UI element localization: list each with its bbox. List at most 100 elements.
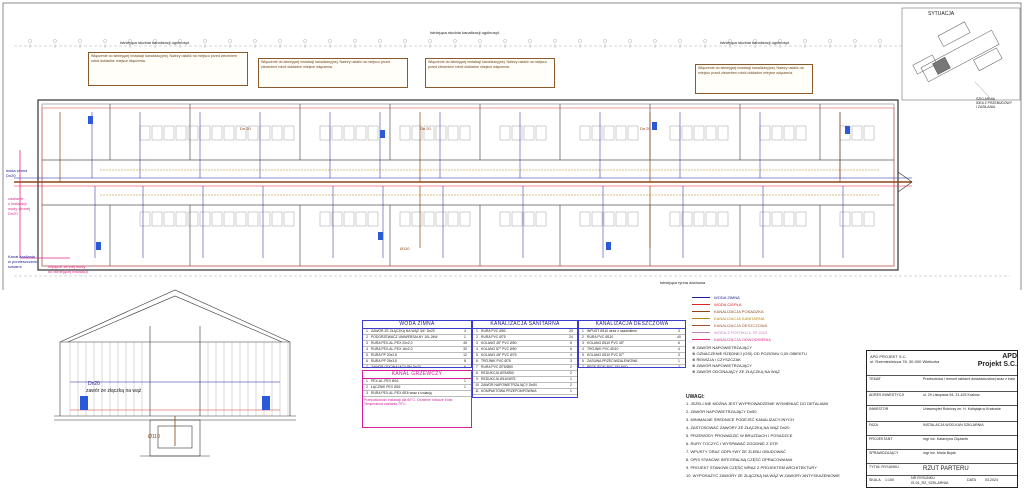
- bench: [681, 211, 693, 227]
- bench: [759, 211, 771, 227]
- axis-bubble: [328, 39, 332, 43]
- plan-main-row-3: Dn 20: [640, 126, 651, 131]
- row-description: KOLANO Ø110 PVC 87°: [587, 353, 625, 357]
- row-description: RURA PP 25x3,5: [371, 359, 397, 363]
- row-description: TRÓJNIK PVC Ø110: [587, 347, 619, 351]
- row-description: RURA PEX-AL-PEX 20x2,0: [371, 341, 413, 345]
- row-number: 7: [582, 365, 584, 368]
- bench: [459, 211, 471, 227]
- date-value: 03.2024: [985, 478, 998, 482]
- row-number: 2: [476, 335, 478, 339]
- axis-bubble: [428, 39, 432, 43]
- plan-main-row-1: Dn 20: [240, 126, 251, 131]
- plan-main-row-2: Dn 20: [420, 126, 431, 131]
- row-description: RURA PP 20x2,8: [371, 353, 397, 357]
- row-description: RURA PVC Ø50: [481, 329, 506, 333]
- row-description: REDUKCJA Ø110/Ø75: [481, 377, 516, 381]
- row-description: PEX-AL-PEX Ø16: [371, 379, 399, 383]
- bench: [499, 125, 511, 141]
- legend-label: WODA ZIMNA: [714, 295, 740, 300]
- bench: [851, 211, 863, 227]
- axis-bubble: [28, 39, 32, 43]
- bench: [591, 211, 603, 227]
- axis-bubble: [103, 39, 107, 43]
- row-quantity: 2: [678, 365, 680, 368]
- row-description: KOLANO 45° PVC Ø50: [481, 341, 517, 345]
- axis-bubble: [653, 39, 657, 43]
- water-fixture: [88, 116, 93, 124]
- legend-label: KANALIZACJA SANITARNA: [714, 316, 765, 321]
- bench: [163, 125, 175, 141]
- water-fixture: [606, 242, 611, 250]
- plan-top-caption-2: Istniejąca studnia kanalizacji ogólnospł…: [430, 30, 500, 35]
- title-block-key: TYTUŁ RYSUNKU: [869, 465, 899, 469]
- bench: [511, 125, 523, 141]
- row-quantity: 24: [569, 335, 573, 339]
- note-line: 7. WPUSTY ORAZ ODPŁYWY ZE ŻLEBU OBUDOWAĆ: [686, 449, 786, 454]
- axis-bubble: [478, 39, 482, 43]
- scale-label: SKALA: [869, 478, 881, 482]
- row-quantity: 1: [570, 377, 572, 381]
- bench: [259, 211, 271, 227]
- row-number: 4: [366, 347, 368, 351]
- legend-item: KANALIZACJA POSADZKA: [692, 308, 852, 315]
- row-quantity: 8: [464, 359, 466, 363]
- table-heating-title: KANAŁ GRZEWCZY: [363, 371, 471, 379]
- bench: [499, 211, 511, 227]
- row-number: 8: [476, 371, 478, 375]
- table-row: 11 KOMPAKTOWA PRZEPOMPOWNIA 1: [473, 389, 577, 395]
- water-fixture: [96, 242, 101, 250]
- bench: [511, 211, 523, 227]
- row-number: 6: [366, 359, 368, 363]
- drawing-sheet: SYTUACJA SZKLARNIA IDEA Z PRZEBUDOWY I Z…: [0, 0, 1024, 494]
- legend-symbol-label: ZAWÓR ODCINAJĄCY ZE ZŁĄCZKĄ NA WĄŻ: [696, 369, 780, 374]
- row-quantity: 2: [570, 365, 572, 369]
- plan-top-caption-1: Istniejąca studnia kanalizacji ogólnospł…: [120, 40, 190, 45]
- bench: [535, 125, 547, 141]
- title-block-row: TEMAT Przebudowa i remont szklarni doświa…: [867, 375, 1017, 392]
- axis-bubble: [878, 39, 882, 43]
- note-line: 10. WYPOSAŻYĆ ZAWORY ZE ZŁĄCZKĄ NA WĄŻ W…: [686, 473, 840, 478]
- table-sanitary-title: KANALIZACJA SANITARNA: [473, 321, 577, 329]
- bench: [851, 125, 863, 141]
- bench: [211, 211, 223, 227]
- row-number: 11: [475, 389, 479, 393]
- row-quantity: 1: [464, 385, 466, 389]
- bench: [331, 125, 343, 141]
- title-block-key: TEMAT: [869, 377, 881, 381]
- bench: [795, 125, 807, 141]
- bench: [863, 211, 875, 227]
- legend-symbol-label: REWIZJA / CZYSZCZAK: [696, 357, 741, 362]
- legend-item: KANALIZACJA SANITARNA: [692, 315, 852, 322]
- bench: [771, 125, 783, 141]
- title-block-value: mgr inż. Maria Bujak: [923, 451, 956, 455]
- table-cold-water-title: WODA ZIMNA: [363, 321, 471, 329]
- bench: [423, 211, 435, 227]
- axis-bubble: [803, 39, 807, 43]
- bench: [411, 211, 423, 227]
- title-block-key: INWESTOR: [869, 407, 889, 411]
- axis-bubble: [203, 39, 207, 43]
- legend-symbol-label: ZAWÓR NAPOWIETRZAJĄCY: [696, 363, 752, 368]
- title-block: APD PROJEKT S.C. ul. Rzemieślnicza 78, 3…: [866, 350, 1018, 488]
- bench: [247, 211, 259, 227]
- legend-symbol-label: OZNACZENIE RZĘDNEJ (OSI) OD POZIOMU 0,00…: [696, 351, 807, 356]
- bench: [615, 211, 627, 227]
- bench: [705, 211, 717, 227]
- bench: [627, 211, 639, 227]
- legend-swatch: [692, 304, 710, 306]
- plan-left-pink: zasilanie z instalacji wody zimnej Dn20: [8, 196, 31, 216]
- bench: [399, 211, 411, 227]
- row-number: 1: [582, 329, 584, 333]
- row-description: PODGRZEWACZ UNIWERSALNY 10L 2kW: [371, 335, 438, 339]
- row-quantity: 6: [464, 365, 466, 368]
- row-number: 3: [476, 341, 478, 345]
- bench: [151, 125, 163, 141]
- row-description: ZAWÓR ZE ZŁĄCZKĄ NA WĄŻ 3/4" Dn20: [371, 329, 435, 333]
- legend-label: WODA CIEPŁA: [714, 302, 742, 307]
- bench: [355, 211, 367, 227]
- legend-label: KANALIZACJA ODWODNIENIA: [714, 337, 771, 342]
- note-line: 1. JEŻELI NIE MOŻNA JEST WYPROWADZENIE W…: [686, 401, 828, 406]
- legend-swatch: [692, 297, 710, 299]
- water-fixture: [380, 130, 385, 138]
